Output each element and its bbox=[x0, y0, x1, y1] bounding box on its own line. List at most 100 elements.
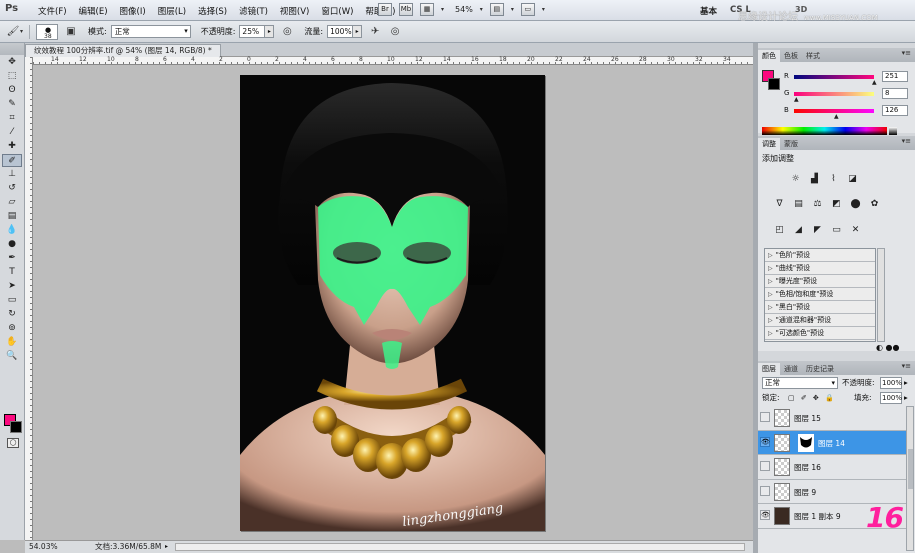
flow-slider-arrow[interactable]: ▸ bbox=[353, 25, 363, 38]
layer-opacity-input[interactable]: 100% bbox=[880, 377, 902, 389]
type-tool-icon[interactable]: T bbox=[2, 266, 22, 279]
tab-styles[interactable]: 样式 bbox=[802, 50, 824, 62]
color-panel-background-swatch[interactable] bbox=[768, 78, 780, 90]
menu-edit[interactable]: 编辑(E) bbox=[73, 5, 114, 17]
brush-tool-preset-icon[interactable]: 🖌 bbox=[6, 25, 20, 39]
mini-bridge-button[interactable]: Mb bbox=[399, 3, 413, 16]
layer-thumbnail[interactable] bbox=[774, 482, 790, 501]
zoom-tool-icon[interactable]: 🔍 bbox=[2, 350, 22, 363]
brush-panel-icon[interactable]: ▣ bbox=[64, 25, 78, 39]
red-value-input[interactable]: 251 bbox=[882, 71, 908, 82]
background-color-swatch[interactable] bbox=[10, 421, 22, 433]
menu-window[interactable]: 窗口(W) bbox=[315, 5, 359, 17]
blue-slider-thumb[interactable]: ▲ bbox=[834, 113, 839, 120]
menu-file[interactable]: 文件(F) bbox=[32, 5, 73, 17]
bridge-button[interactable]: Br bbox=[378, 3, 392, 16]
blend-mode-select[interactable]: 正常 bbox=[762, 377, 838, 389]
preset-item[interactable]: ▷ "曲线"预设 bbox=[765, 262, 875, 275]
shape-tool-icon[interactable]: ▭ bbox=[2, 294, 22, 307]
green-slider[interactable] bbox=[794, 92, 874, 96]
fill-arrow-icon[interactable]: ▸ bbox=[904, 392, 908, 404]
layers-scrollbar[interactable] bbox=[906, 406, 914, 551]
panel-menu-icon[interactable]: ▾≡ bbox=[902, 362, 911, 370]
gradient-tool-icon[interactable]: ▤ bbox=[2, 210, 22, 223]
color-balance-icon[interactable]: ⚖ bbox=[810, 198, 825, 211]
layer-name[interactable]: 图层 1 副本 9 bbox=[794, 511, 841, 522]
document-canvas[interactable]: lingzhonggiang bbox=[240, 75, 545, 531]
brush-preset-picker[interactable]: ● 38 bbox=[36, 23, 59, 40]
scrollbar-thumb[interactable] bbox=[908, 449, 913, 489]
menu-filter[interactable]: 滤镜(T) bbox=[233, 5, 274, 17]
green-value-input[interactable]: 8 bbox=[882, 88, 908, 99]
chevron-down-icon[interactable]: ▾ bbox=[480, 6, 483, 13]
pressure-size-icon[interactable]: ◎ bbox=[388, 25, 402, 39]
extras-icon[interactable]: ▦ bbox=[420, 3, 434, 16]
channel-mixer-icon[interactable]: ✿ bbox=[867, 198, 882, 211]
workspace-essentials[interactable]: 基本 bbox=[700, 5, 717, 17]
preset-item[interactable]: ▷ "色相/饱和度"预设 bbox=[765, 288, 875, 301]
screen-mode-icon[interactable]: ▭ bbox=[520, 3, 535, 16]
visibility-toggle[interactable] bbox=[760, 485, 770, 496]
lock-icons[interactable]: ▢ ✐ ✥ 🔒 bbox=[788, 392, 836, 404]
selective-color-icon[interactable]: ✕ bbox=[848, 224, 863, 237]
green-slider-thumb[interactable]: ▲ bbox=[794, 96, 799, 103]
tab-color[interactable]: 颜色 bbox=[758, 50, 780, 62]
layer-name[interactable]: 图层 16 bbox=[794, 462, 821, 473]
fill-input[interactable]: 100% bbox=[880, 392, 902, 404]
visibility-toggle[interactable] bbox=[760, 461, 770, 471]
layer-name[interactable]: 图层 15 bbox=[794, 413, 821, 424]
clone-stamp-tool-icon[interactable]: ⊥ bbox=[2, 168, 22, 181]
airbrush-icon[interactable]: ✈ bbox=[368, 25, 382, 39]
tab-layers[interactable]: 图层 bbox=[758, 363, 780, 375]
opacity-input[interactable]: 25% bbox=[239, 25, 266, 38]
levels-icon[interactable]: ▟ bbox=[807, 173, 822, 186]
layer-row[interactable]: 图层 15 bbox=[758, 406, 906, 431]
flow-input[interactable]: 100% bbox=[327, 25, 354, 38]
workspace-3d[interactable]: 3D bbox=[795, 5, 807, 14]
lasso-tool-icon[interactable]: ʘ bbox=[2, 84, 22, 97]
red-slider[interactable] bbox=[794, 75, 874, 79]
tab-channels[interactable]: 通道 bbox=[780, 363, 802, 375]
exposure-icon[interactable]: ◪ bbox=[845, 173, 860, 186]
preset-item[interactable]: ▷ "曝光度"预设 bbox=[765, 275, 875, 288]
hand-tool-icon[interactable]: ✋ bbox=[2, 336, 22, 349]
arrange-documents-icon[interactable]: ▤ bbox=[489, 3, 504, 16]
panel-footer-icons[interactable]: ◐ ●● bbox=[876, 343, 899, 352]
preset-item[interactable]: ▷ "可选颜色"预设 bbox=[765, 327, 875, 340]
preset-item[interactable]: ▷ "黑白"预设 bbox=[765, 301, 875, 314]
gradient-map-icon[interactable]: ▭ bbox=[829, 224, 844, 237]
pressure-opacity-icon[interactable]: ◎ bbox=[280, 25, 294, 39]
layer-name[interactable]: 图层 9 bbox=[794, 487, 816, 498]
presets-scrollbar[interactable] bbox=[877, 248, 885, 342]
visibility-toggle[interactable] bbox=[760, 412, 770, 422]
menu-image[interactable]: 图像(I) bbox=[114, 5, 152, 17]
move-tool-icon[interactable]: ✥ bbox=[2, 56, 22, 69]
blur-tool-icon[interactable]: 💧 bbox=[2, 224, 22, 237]
crop-tool-icon[interactable]: ⌗ bbox=[2, 112, 22, 125]
panel-menu-icon[interactable]: ▾≡ bbox=[902, 137, 911, 145]
quick-mask-icon[interactable]: ◯ bbox=[7, 438, 19, 448]
status-menu-arrow-icon[interactable]: ▸ bbox=[165, 541, 168, 553]
color-spectrum[interactable] bbox=[762, 127, 887, 135]
brightness-icon[interactable]: ☼ bbox=[788, 173, 803, 186]
color-spectrum-bw[interactable] bbox=[889, 127, 897, 135]
pen-tool-icon[interactable]: ✒ bbox=[2, 252, 22, 265]
brush-tool-icon[interactable]: ✐ bbox=[2, 154, 22, 167]
layer-thumbnail[interactable] bbox=[774, 409, 790, 427]
menu-view[interactable]: 视图(V) bbox=[274, 5, 315, 17]
eyedropper-tool-icon[interactable]: ⁄ bbox=[2, 126, 22, 139]
layer-name[interactable]: 图层 14 bbox=[818, 438, 845, 449]
eye-icon[interactable]: 👁 bbox=[760, 436, 770, 447]
tab-swatches[interactable]: 色板 bbox=[780, 50, 802, 62]
tab-masks[interactable]: 蒙版 bbox=[780, 138, 802, 150]
panel-menu-icon[interactable]: ▾≡ bbox=[902, 49, 911, 57]
healing-brush-tool-icon[interactable]: ✚ bbox=[2, 140, 22, 153]
hue-saturation-icon[interactable]: ▤ bbox=[791, 198, 806, 211]
posterize-icon[interactable]: ◢ bbox=[791, 224, 806, 237]
tab-adjustments[interactable]: 调整 bbox=[758, 138, 780, 150]
chevron-down-icon[interactable]: ▾ bbox=[20, 28, 23, 35]
marquee-tool-icon[interactable]: ⬚ bbox=[2, 70, 22, 83]
black-white-icon[interactable]: ◩ bbox=[829, 198, 844, 211]
chevron-down-icon[interactable]: ▾ bbox=[542, 6, 545, 13]
dodge-tool-icon[interactable]: ● bbox=[2, 238, 22, 251]
